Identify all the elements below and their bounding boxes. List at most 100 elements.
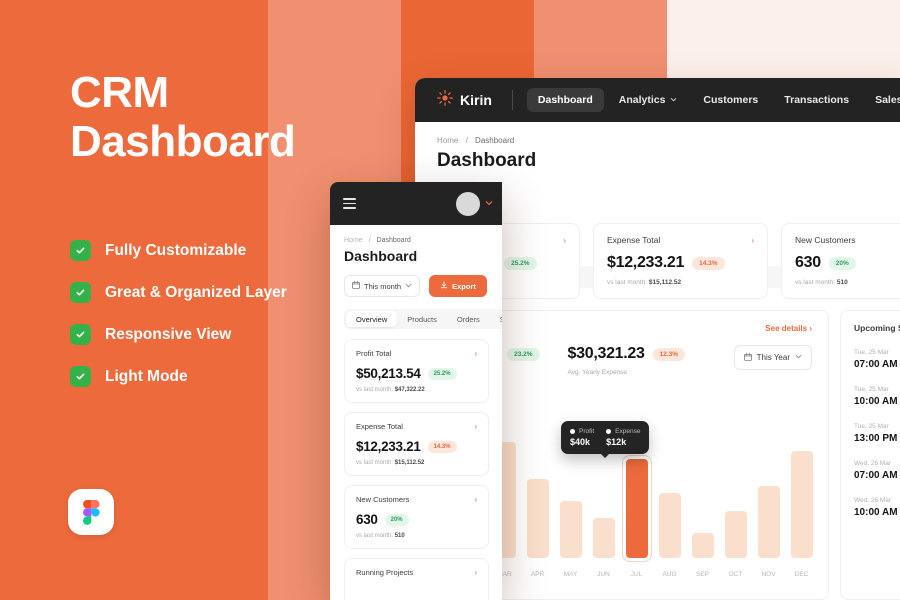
calendar-icon: [352, 281, 360, 291]
bar-column[interactable]: [719, 434, 752, 558]
see-details-link[interactable]: See details ›: [765, 324, 812, 333]
stat-card-sub-value: $47,322.22: [394, 387, 425, 393]
chevron-right-icon[interactable]: ›: [474, 495, 477, 504]
tooltip-expense-label: Expense: [615, 428, 641, 435]
stat-card-subtext: vs last month: $15,112.52: [356, 460, 477, 466]
breadcrumb-home[interactable]: Home: [437, 136, 458, 145]
tab-orders[interactable]: Orders: [447, 315, 490, 324]
stat-card-new-customers[interactable]: New Customers › 630 20% vs last month: 5…: [344, 485, 489, 549]
promo-title-line2: Dashboard: [70, 117, 296, 166]
metric-value: $30,321.23: [567, 345, 645, 362]
feature-label: Responsive View: [105, 325, 232, 343]
feature-item: Responsive View: [70, 324, 370, 345]
see-details-label: See details: [765, 323, 808, 333]
nav-items: Dashboard Analytics Customers Transactio…: [526, 88, 900, 112]
bar-jul: [625, 459, 648, 558]
bar-nov: [757, 486, 780, 558]
legend-dot-profit-icon: [570, 429, 575, 434]
schedule-item[interactable]: Wed, 26 Mar 10:00 AM: [854, 497, 900, 518]
schedule-item[interactable]: Tue, 25 Mar 13:00 PM: [854, 423, 900, 444]
promo-title-line1: CRM: [70, 68, 169, 117]
schedule-title: Upcoming Schedule: [854, 323, 900, 333]
x-tick-label: JUN: [597, 571, 610, 578]
nav-item-sales[interactable]: Sales: [864, 88, 900, 112]
check-icon: [70, 366, 91, 387]
schedule-item[interactable]: Tue, 25 Mar 07:00 AM: [854, 349, 900, 370]
bar-column[interactable]: [785, 434, 818, 558]
hamburger-menu-icon[interactable]: [343, 198, 356, 209]
stat-card-sub-label: vs last month:: [356, 533, 394, 539]
nav-item-label: Transactions: [784, 94, 850, 106]
year-range-label: This Year: [756, 353, 790, 362]
tab-overview[interactable]: Overview: [346, 311, 398, 327]
nav-item-analytics[interactable]: Analytics: [608, 88, 689, 112]
user-menu[interactable]: [456, 191, 493, 216]
feature-item: Great & Organized Layer: [70, 282, 370, 303]
chevron-right-icon[interactable]: ›: [474, 349, 477, 358]
stat-card-running-projects[interactable]: Running Projects ›: [344, 558, 489, 600]
tab-stock[interactable]: Stock: [490, 315, 502, 324]
bar-oct: [724, 511, 747, 558]
stat-card-sub-label: vs last month:: [795, 279, 836, 286]
x-tick-label: MAY: [563, 571, 578, 578]
stat-card-value: 630: [795, 254, 821, 271]
nav-item-label: Analytics: [618, 94, 666, 106]
nav-item-dashboard[interactable]: Dashboard: [526, 88, 604, 112]
chevron-right-icon[interactable]: ›: [474, 568, 477, 577]
stat-card-sub-label: vs last month:: [607, 279, 648, 286]
breadcrumb-current: Dashboard: [376, 237, 411, 244]
year-range-selector[interactable]: This Year: [733, 345, 812, 370]
bar-dec: [790, 451, 813, 558]
metric-caption: Avg. Yearly Expense: [567, 369, 628, 376]
export-button[interactable]: Export: [429, 275, 487, 297]
nav-item-customers[interactable]: Customers: [692, 88, 769, 112]
stat-card-delta-badge: 20%: [828, 256, 856, 270]
bar-column[interactable]: [653, 434, 686, 558]
stat-card-profit-total[interactable]: Profit Total › $50,213.54 25.2% vs last …: [344, 339, 489, 403]
date-range-selector[interactable]: This month: [344, 275, 421, 297]
metric-delta-badge: 12.3%: [652, 347, 686, 361]
chevron-right-icon[interactable]: ›: [563, 236, 566, 245]
tab-products[interactable]: Products: [397, 315, 447, 324]
brand[interactable]: Kirin: [437, 89, 492, 111]
stat-card-subtext: vs last month: $15,112.52: [607, 279, 754, 286]
stat-card-subtext: vs last month: 510: [356, 533, 477, 539]
stat-card-expense-total[interactable]: Expense Total › $12,233.21 14.3% vs last…: [593, 223, 768, 299]
schedule-time: 10:00 AM: [854, 507, 898, 518]
chevron-down-icon: [670, 94, 677, 106]
metric-avg-yearly-expense: $30,321.23 12.3% Avg. Yearly Expense: [568, 345, 686, 376]
metric-delta-badge: 23.2%: [507, 347, 540, 361]
tooltip-profit-value: $40k: [570, 437, 591, 447]
feature-item: Light Mode: [70, 366, 370, 387]
front-dashboard-window: Home / Dashboard Dashboard This month Ex…: [330, 182, 502, 600]
bar-jun: [592, 518, 615, 558]
stat-card-expense-total[interactable]: Expense Total › $12,233.21 14.3% vs last…: [344, 412, 489, 476]
avatar: [456, 191, 480, 216]
x-tick-label: OCT: [728, 571, 743, 578]
top-navigation-bar: Kirin Dashboard Analytics Customers Tran…: [415, 78, 900, 122]
chevron-right-icon[interactable]: ›: [751, 236, 754, 245]
stat-card-title: Expense Total: [356, 422, 403, 431]
nav-item-transactions[interactable]: Transactions: [773, 88, 860, 112]
chevron-right-icon: ›: [809, 323, 812, 333]
breadcrumb-current: Dashboard: [475, 136, 515, 145]
breadcrumb-home[interactable]: Home: [344, 237, 363, 244]
schedule-item[interactable]: Tue, 25 Mar 10:00 AM: [854, 386, 900, 407]
bar-column[interactable]: [752, 434, 785, 558]
nav-item-label: Sales: [875, 94, 900, 106]
bar-column[interactable]: [686, 434, 719, 558]
bar-column[interactable]: [521, 434, 554, 558]
stat-card-title: New Customers: [795, 235, 856, 245]
tooltip-expense: Expense $12k: [606, 428, 640, 447]
brand-name: Kirin: [460, 92, 492, 108]
action-bar: This month Export: [330, 264, 502, 297]
stat-card-delta-badge: 25.2%: [427, 367, 457, 380]
bar-aug: [658, 493, 681, 558]
download-icon: [440, 281, 448, 291]
stat-card-title: Expense Total: [607, 235, 661, 245]
stat-card-sub-value: $15,112.52: [648, 279, 682, 286]
stat-card-new-customers[interactable]: New Customers › 630 20% vs last month: 5…: [781, 223, 900, 299]
schedule-item[interactable]: Wed, 26 Mar 07:00 AM: [854, 460, 900, 481]
sun-burst-icon: [437, 89, 453, 111]
chevron-right-icon[interactable]: ›: [474, 422, 477, 431]
